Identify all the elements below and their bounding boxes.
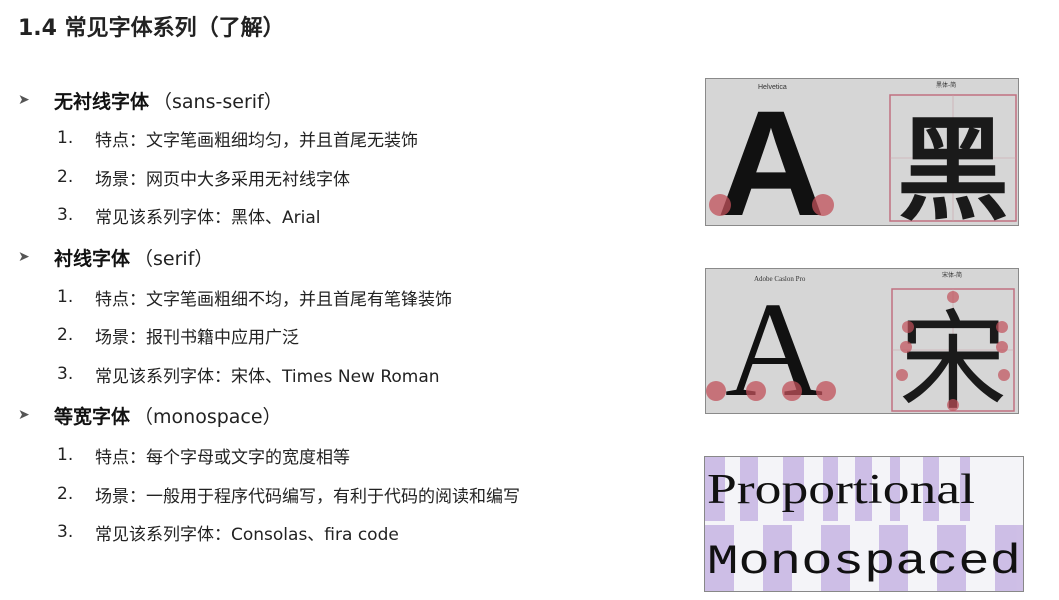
serif-sample-image: Adobe Caslon Pro 宋体-简 A 宋 xyxy=(705,268,1019,415)
list-item: 3. 常见该系列字体：宋体、Times New Roman xyxy=(57,360,440,388)
serif-marker xyxy=(947,291,959,303)
item-text: 常见该系列字体：黑体、Arial xyxy=(95,207,321,228)
item-text: 场景：一般用于程序代码编写，有利于代码的阅读和编写 xyxy=(95,486,520,507)
sample-caption-right: 宋体-简 xyxy=(942,271,962,279)
item-text: 场景：网页中大多采用无衬线字体 xyxy=(95,169,350,190)
serif-marker xyxy=(782,381,802,401)
serif-marker xyxy=(902,321,914,333)
monospace-sample-image: Proportional Monospaced xyxy=(704,456,1024,592)
list-item: 2. 场景：网页中大多采用无衬线字体 xyxy=(57,163,350,191)
list-item: 2. 场景：报刊书籍中应用广泛 xyxy=(57,321,299,349)
serif-marker xyxy=(996,321,1008,333)
serif-marker xyxy=(947,399,959,411)
item-number: 3. xyxy=(57,522,74,542)
list-item: 1. 特点：文字笔画粗细均匀，并且首尾无装饰 xyxy=(57,124,418,152)
item-number: 3. xyxy=(57,364,74,384)
list-item: 2. 场景：一般用于程序代码编写，有利于代码的阅读和编写 xyxy=(57,480,520,508)
serif-marker xyxy=(896,369,908,381)
section-note: （sans-serif） xyxy=(153,90,283,113)
item-text: 特点：每个字母或文字的宽度相等 xyxy=(95,447,350,468)
item-text: 特点：文字笔画粗细不均，并且首尾有笔锋装饰 xyxy=(95,289,452,310)
font-family-outline: ➤ 无衬线字体 （sans-serif） 1. 特点：文字笔画粗细均匀，并且首尾… xyxy=(0,0,700,600)
serif-marker xyxy=(900,341,912,353)
item-number: 2. xyxy=(57,167,74,187)
serif-letter: A xyxy=(725,275,823,415)
serif-marker xyxy=(998,369,1010,381)
section-title: 等宽字体 xyxy=(54,405,131,428)
item-number: 2. xyxy=(57,484,74,504)
section-monospace: ➤ 等宽字体 （monospace） xyxy=(18,400,282,430)
serif-marker xyxy=(709,194,731,216)
section-title: 衬线字体 xyxy=(54,247,131,270)
list-item: 1. 特点：每个字母或文字的宽度相等 xyxy=(57,441,350,469)
arrow-bullet-icon: ➤ xyxy=(18,92,30,108)
sans-letter: A xyxy=(717,79,825,227)
section-note: （serif） xyxy=(134,247,214,270)
serif-marker xyxy=(996,341,1008,353)
sans-glyph: 黑 xyxy=(897,106,1009,227)
section-title: 无衬线字体 xyxy=(54,90,150,113)
list-item: 3. 常见该系列字体：黑体、Arial xyxy=(57,201,320,229)
proportional-text: Proportional xyxy=(707,467,975,513)
item-number: 1. xyxy=(57,128,74,148)
item-text: 场景：报刊书籍中应用广泛 xyxy=(95,327,299,348)
item-number: 3. xyxy=(57,205,74,225)
item-text: 特点：文字笔画粗细均匀，并且首尾无装饰 xyxy=(95,130,418,151)
serif-marker xyxy=(816,381,836,401)
serif-marker xyxy=(812,194,834,216)
item-text: 常见该系列字体：Consolas、fira code xyxy=(95,524,399,545)
list-item: 3. 常见该系列字体：Consolas、fira code xyxy=(57,518,399,546)
sans-serif-sample-image: Helvetica 黑体-简 A 黑 xyxy=(705,78,1019,227)
monospaced-text: Monospaced xyxy=(707,538,1021,586)
arrow-bullet-icon: ➤ xyxy=(18,407,30,423)
serif-marker xyxy=(706,381,726,401)
section-serif: ➤ 衬线字体 （serif） xyxy=(18,242,213,272)
serif-glyph: 宋 xyxy=(899,300,1007,415)
item-number: 2. xyxy=(57,325,74,345)
item-number: 1. xyxy=(57,287,74,307)
arrow-bullet-icon: ➤ xyxy=(18,249,30,265)
item-number: 1. xyxy=(57,445,74,465)
section-sans-serif: ➤ 无衬线字体 （sans-serif） xyxy=(18,85,283,115)
list-item: 1. 特点：文字笔画粗细不均，并且首尾有笔锋装饰 xyxy=(57,283,452,311)
section-note: （monospace） xyxy=(134,405,282,428)
item-text: 常见该系列字体：宋体、Times New Roman xyxy=(95,366,440,387)
sample-caption-right: 黑体-简 xyxy=(936,81,956,89)
serif-marker xyxy=(746,381,766,401)
